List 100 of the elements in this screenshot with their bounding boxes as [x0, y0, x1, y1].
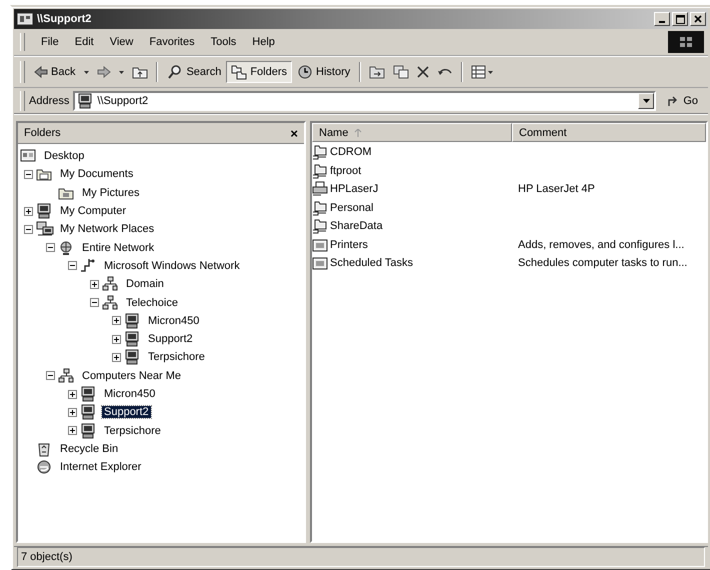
file-name[interactable]: ShareData [330, 220, 383, 232]
tree-item[interactable]: My Computer [58, 205, 128, 218]
file-comment: Adds, removes, and configures l... [517, 238, 684, 251]
system-folder-icon [312, 236, 328, 253]
status-text: 7 object(s) [21, 551, 72, 563]
computer-icon [36, 203, 52, 220]
tree-item[interactable]: Internet Explorer [58, 461, 144, 474]
address-label: Address [29, 95, 70, 107]
workgroup-icon [102, 276, 118, 292]
menu-item[interactable]: Edit [66, 34, 102, 50]
expand-toggle[interactable] [68, 426, 76, 436]
computer-icon [77, 93, 94, 109]
tree-item[interactable]: Domain [124, 278, 166, 290]
right-arrow-icon [97, 66, 112, 78]
expand-toggle[interactable] [68, 408, 76, 417]
tree-item[interactable]: My Documents [58, 168, 136, 180]
tree-item[interactable]: Desktop [42, 150, 86, 162]
maximize-icon [676, 14, 684, 24]
expand-toggle[interactable] [112, 352, 120, 362]
browser-icon [36, 459, 52, 476]
network-computers-icon [36, 221, 54, 238]
up-folder-icon [132, 65, 148, 79]
workgroup-icon [102, 294, 118, 311]
left-arrow-icon [34, 66, 48, 78]
computer-icon [124, 349, 140, 366]
close-button[interactable] [690, 12, 706, 26]
expand-toggle[interactable] [24, 206, 32, 216]
close-icon [694, 15, 702, 23]
expand-toggle[interactable] [24, 170, 32, 179]
menu-item[interactable]: Favorites [141, 34, 203, 50]
network-icon [80, 258, 96, 274]
move-to-icon [369, 65, 386, 79]
tree-item[interactable]: My Pictures [80, 186, 142, 199]
expand-toggle[interactable] [24, 224, 32, 234]
back-button[interactable]: Back [29, 61, 80, 83]
toolbar-button[interactable]: Search [162, 61, 226, 83]
expand-toggle[interactable] [68, 390, 76, 398]
close-pane-button[interactable]: × [290, 126, 298, 140]
caret-icon [119, 70, 124, 74]
caret-icon [642, 99, 650, 103]
file-comment: HP LaserJet 4P [517, 183, 595, 196]
shared-folder-icon [312, 200, 328, 216]
file-name[interactable]: Personal [330, 202, 374, 214]
expand-toggle[interactable] [46, 371, 54, 380]
tree-item[interactable]: My Network Places [58, 223, 156, 236]
toolbar-button[interactable]: History [292, 61, 356, 83]
workgroup-icon [58, 368, 74, 384]
address-input[interactable]: \\Support2 [97, 95, 634, 107]
file-name[interactable]: Scheduled Tasks [330, 257, 413, 270]
minimize-button[interactable] [654, 12, 670, 26]
file-name[interactable]: Printers [330, 238, 368, 251]
tree-item[interactable]: Telechoice [124, 296, 180, 309]
tree-item[interactable]: Micron450 [146, 314, 202, 327]
copy-to-icon [393, 65, 410, 79]
computer-icon [80, 386, 96, 402]
expand-toggle[interactable] [90, 298, 98, 308]
tree-item[interactable]: Recycle Bin [58, 442, 120, 455]
expand-toggle[interactable] [112, 316, 120, 326]
computer-icon [80, 422, 96, 439]
window-title: \\Support2 [37, 13, 92, 25]
tree-item[interactable]: Micron450 [102, 388, 158, 400]
desktop-icon [20, 148, 36, 164]
computer-icon [124, 312, 140, 329]
toolbar-button[interactable]: Folders [226, 61, 292, 83]
column-header[interactable]: Name [312, 123, 512, 142]
menu-item[interactable]: View [102, 34, 142, 50]
shared-folder-icon [312, 144, 328, 160]
undo-icon [437, 66, 454, 78]
file-name[interactable]: CDROM [330, 146, 372, 158]
tree-item[interactable]: Support2 [146, 333, 195, 346]
views-icon [471, 65, 494, 79]
address-field[interactable]: \\Support2 [73, 91, 656, 111]
globe-icon [58, 240, 74, 256]
tree-item[interactable]: Support2 [102, 406, 151, 418]
delete-icon [417, 66, 430, 78]
tree-item[interactable]: Microsoft Windows Network [102, 260, 242, 272]
dropdown-button[interactable] [638, 93, 654, 109]
tree-item[interactable]: Entire Network [80, 242, 156, 254]
expand-toggle[interactable] [112, 334, 120, 344]
folders-icon [231, 64, 248, 80]
menu-item[interactable]: File [33, 34, 67, 50]
tree-item[interactable]: Terpsichore [102, 424, 163, 437]
go-button[interactable]: Go [660, 91, 704, 111]
file-comment: Schedules computer tasks to run... [517, 257, 688, 270]
computer-icon [124, 331, 140, 348]
shared-folder-icon [312, 218, 328, 234]
expand-toggle[interactable] [68, 261, 76, 270]
system-folder-icon [312, 255, 328, 272]
column-header[interactable]: Comment [512, 123, 706, 142]
maximize-button[interactable] [672, 12, 688, 26]
expand-toggle[interactable] [46, 243, 54, 252]
file-name[interactable]: ftproot [330, 164, 362, 177]
menu-item[interactable]: Help [244, 34, 283, 50]
expand-toggle[interactable] [90, 280, 98, 289]
file-name[interactable]: HPLaserJ [330, 183, 378, 196]
tree-item[interactable]: Terpsichore [146, 351, 207, 364]
computer-icon [80, 404, 96, 420]
tree-item[interactable]: Computers Near Me [80, 370, 184, 382]
menu-item[interactable]: Tools [202, 34, 244, 50]
pane-title: Folders [24, 127, 61, 139]
